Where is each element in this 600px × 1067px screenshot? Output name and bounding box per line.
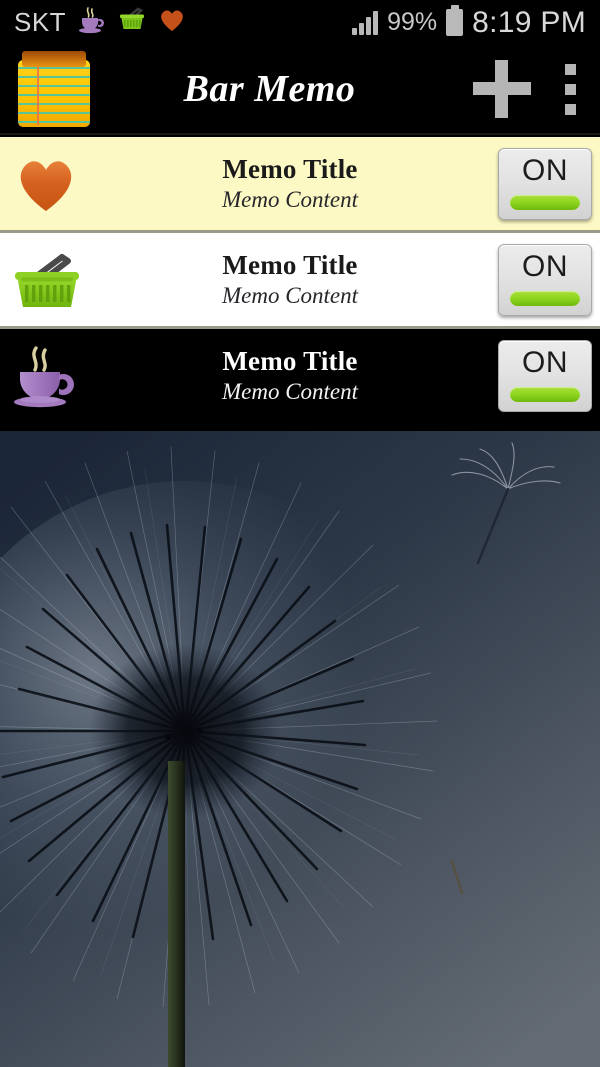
memo-list-item[interactable]: Memo Title Memo Content ON (0, 329, 600, 425)
memo-content: Memo Content (221, 378, 359, 404)
memo-list-item[interactable]: Memo Title Memo Content ON (0, 137, 600, 233)
memo-icon-slot (0, 329, 110, 422)
notepad-paper (18, 60, 90, 127)
overflow-menu-icon[interactable] (565, 63, 576, 115)
action-bar: Bar Memo (0, 45, 600, 135)
toggle-state-label: ON (522, 249, 568, 283)
status-bar-right: 99% 8:19 PM (352, 5, 586, 40)
overflow-dot (565, 103, 576, 115)
page-title: Bar Memo (183, 68, 356, 110)
clock-label: 8:19 PM (472, 5, 586, 39)
memo-icon-slot (0, 233, 110, 326)
add-icon[interactable] (473, 60, 531, 118)
toggle-indicator-bar (510, 194, 580, 210)
overflow-dot (565, 83, 576, 95)
toggle-indicator-bar (510, 290, 580, 306)
phone-screen: SKT 99% 8:19 PM Bar Memo Memo Title Memo… (0, 0, 600, 1067)
carrier-label: SKT (14, 7, 67, 37)
toggle-indicator-bar (510, 386, 580, 402)
notepad-margin-line (37, 62, 39, 125)
memo-toggle-switch[interactable]: ON (498, 339, 592, 412)
memo-text: Memo Title Memo Content (82, 155, 498, 211)
memo-toggle-switch[interactable]: ON (498, 147, 592, 220)
toggle-state-label: ON (522, 345, 568, 379)
coffee-cup-icon (12, 344, 82, 410)
memo-list-item[interactable]: Memo Title Memo Content ON (0, 233, 600, 329)
notepad-icon[interactable] (16, 49, 92, 129)
battery-percent-label: 99% (387, 8, 438, 36)
notification-icons (78, 6, 186, 39)
status-bar: SKT 99% 8:19 PM (0, 0, 600, 45)
memo-content: Memo Content (221, 186, 359, 212)
signal-bars-icon (352, 10, 379, 35)
overflow-dot (565, 63, 576, 75)
notepad-binding (22, 51, 86, 67)
memo-content: Memo Content (221, 282, 359, 308)
memo-list: Memo Title Memo Content ON Memo Title Me… (0, 137, 600, 425)
memo-text: Memo Title Memo Content (82, 251, 498, 307)
toggle-state-label: ON (522, 153, 568, 187)
memo-icon-slot (0, 137, 110, 230)
heart-icon (158, 7, 186, 38)
heart-icon (14, 157, 78, 213)
memo-toggle-switch[interactable]: ON (498, 243, 592, 316)
coffee-cup-icon (78, 6, 108, 39)
wallpaper-artwork (0, 431, 600, 1067)
memo-title: Memo Title (222, 154, 358, 185)
dandelion-wallpaper (0, 431, 600, 1067)
shopping-basket-icon (12, 252, 82, 312)
memo-title: Memo Title (222, 250, 358, 281)
battery-full-icon (446, 5, 464, 36)
shopping-basket-icon (118, 6, 148, 39)
memo-title: Memo Title (222, 346, 358, 377)
memo-text: Memo Title Memo Content (82, 347, 498, 403)
